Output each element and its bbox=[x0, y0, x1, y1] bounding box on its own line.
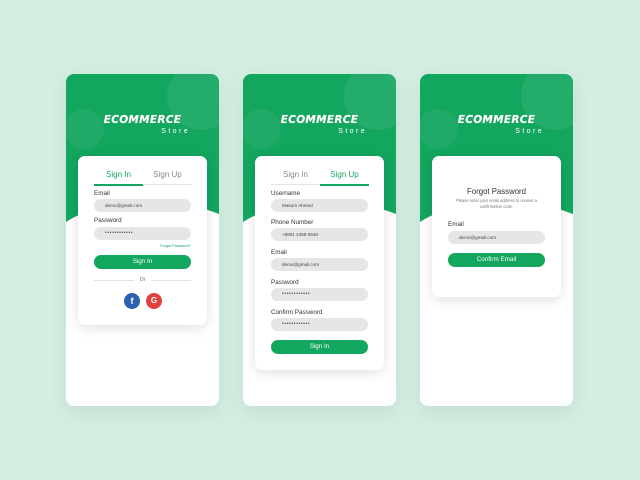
email-label: Email bbox=[94, 190, 110, 197]
brand-logo: ECOMMERCE Store bbox=[420, 114, 573, 136]
forgot-password-link[interactable]: Forgot Password? bbox=[160, 244, 191, 248]
auth-tabs: Sign In Sign Up bbox=[94, 168, 192, 186]
email-field[interactable]: demo@gmail.com bbox=[94, 199, 191, 212]
phone-field[interactable]: +8801 2458 5548 bbox=[271, 228, 368, 241]
confirm-password-field[interactable]: •••••••••••• bbox=[271, 318, 368, 331]
logo-wordmark: ECOMMERCE bbox=[103, 114, 182, 126]
confirm-password-label: Confirm Password bbox=[271, 309, 323, 316]
facebook-icon[interactable]: f bbox=[124, 293, 140, 309]
tab-sign-up[interactable]: Sign Up bbox=[143, 168, 192, 182]
active-tab-indicator bbox=[94, 183, 143, 186]
forgot-password-card: Forgot Password Please enter your email … bbox=[432, 156, 561, 297]
signin-screen: ECOMMERCE Store Sign In Sign Up Email de… bbox=[66, 74, 219, 406]
password-label: Password bbox=[94, 217, 122, 224]
signin-card: Sign In Sign Up Email demo@gmail.com Pas… bbox=[78, 156, 207, 325]
active-tab-indicator bbox=[320, 183, 369, 186]
google-icon[interactable]: G bbox=[146, 293, 162, 309]
logo-subtitle: Store bbox=[161, 128, 190, 135]
forgot-password-description: Please enter your email address to recei… bbox=[455, 198, 537, 209]
signup-card: Sign In Sign Up Username Masum Ahmed Pho… bbox=[255, 156, 384, 370]
logo-wordmark: ECOMMERCE bbox=[280, 114, 359, 126]
brand-logo: ECOMMERCE Store bbox=[66, 114, 219, 136]
signup-screen: ECOMMERCE Store Sign In Sign Up Username… bbox=[243, 74, 396, 406]
sign-up-submit-button[interactable]: Sign In bbox=[271, 340, 368, 354]
brand-logo: ECOMMERCE Store bbox=[243, 114, 396, 136]
tab-sign-in[interactable]: Sign In bbox=[94, 168, 143, 182]
sign-in-button[interactable]: Sign In bbox=[94, 255, 191, 269]
email-label: Email bbox=[448, 221, 464, 228]
logo-subtitle: Store bbox=[515, 128, 544, 135]
password-field[interactable]: •••••••••••• bbox=[94, 227, 191, 240]
logo-wordmark: ECOMMERCE bbox=[457, 114, 536, 126]
email-field[interactable]: demo@gmail.com bbox=[271, 258, 368, 271]
forgot-password-title: Forgot Password bbox=[467, 187, 526, 196]
tab-sign-up[interactable]: Sign Up bbox=[320, 168, 369, 182]
forgot-password-screen: ECOMMERCE Store Forgot Password Please e… bbox=[420, 74, 573, 406]
or-label: Or bbox=[134, 277, 151, 284]
phone-label: Phone Number bbox=[271, 219, 314, 226]
logo-subtitle: Store bbox=[338, 128, 367, 135]
confirm-email-button[interactable]: Confirm Email bbox=[448, 253, 545, 267]
username-field[interactable]: Masum Ahmed bbox=[271, 199, 368, 212]
email-label: Email bbox=[271, 249, 287, 256]
auth-tabs: Sign In Sign Up bbox=[271, 168, 369, 186]
password-label: Password bbox=[271, 279, 299, 286]
email-field[interactable]: demo@gmail.com bbox=[448, 231, 545, 244]
tab-sign-in[interactable]: Sign In bbox=[271, 168, 320, 182]
password-field[interactable]: •••••••••••• bbox=[271, 288, 368, 301]
username-label: Username bbox=[271, 190, 301, 197]
